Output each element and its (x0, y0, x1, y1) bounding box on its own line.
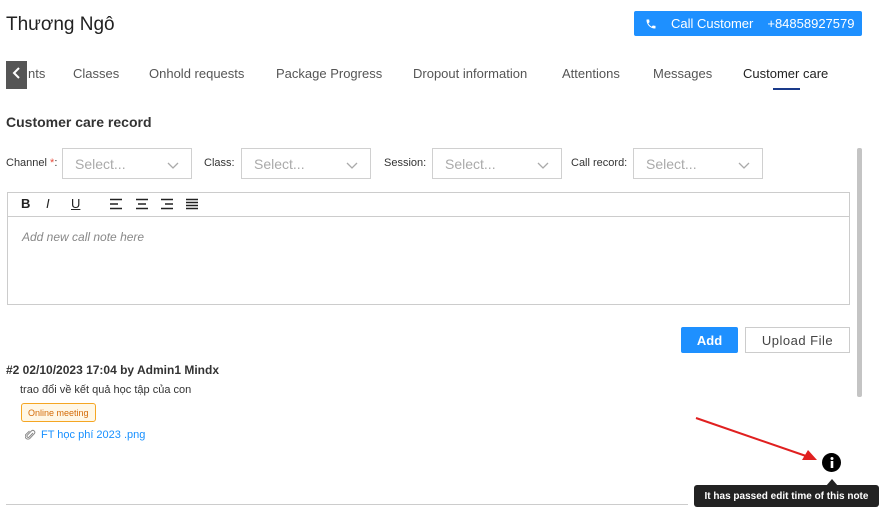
align-center-icon[interactable] (135, 198, 149, 213)
channel-label: Channel *: (6, 157, 58, 169)
bold-button[interactable]: B (21, 196, 30, 211)
session-label: Session: (384, 157, 427, 169)
scrollbar[interactable] (857, 148, 862, 397)
upload-file-button[interactable]: Upload File (745, 327, 850, 353)
channel-select[interactable]: Select... (62, 148, 192, 179)
customer-name: Thương Ngô (6, 14, 115, 35)
call-customer-button[interactable]: Call Customer +84858927579 (634, 11, 862, 36)
chevron-down-icon (537, 158, 549, 170)
tab-messages[interactable]: Messages (653, 66, 712, 81)
call-record-select[interactable]: Select... (633, 148, 763, 179)
chevron-down-icon (167, 158, 179, 170)
align-right-icon[interactable] (160, 198, 174, 213)
tab-scroll-left-button[interactable] (6, 61, 27, 89)
tab-dropout-information[interactable]: Dropout information (413, 66, 527, 81)
chevron-left-icon (12, 66, 21, 84)
align-left-icon[interactable] (109, 198, 123, 213)
annotation-arrow (695, 417, 817, 460)
paperclip-icon (24, 429, 36, 441)
chevron-down-icon (346, 158, 358, 170)
tab-classes[interactable]: Classes (73, 66, 119, 81)
underline-button[interactable]: U (71, 196, 80, 211)
add-button[interactable]: Add (681, 327, 738, 353)
tab-students[interactable]: nts (28, 66, 45, 81)
editor-placeholder: Add new call note here (22, 230, 145, 244)
attachment-filename: FT học phí 2023 .png (41, 429, 146, 441)
italic-button[interactable]: I (46, 196, 50, 211)
session-select[interactable]: Select... (432, 148, 562, 179)
note-divider (6, 504, 688, 505)
align-justify-icon[interactable] (185, 198, 199, 213)
editor-toolbar: B I U (8, 193, 849, 217)
call-customer-label: Call Customer (671, 16, 754, 31)
phone-icon (644, 17, 658, 31)
call-note-editor[interactable]: B I U Add new call note here (7, 192, 850, 305)
customer-phone-number: +84858927579 (767, 16, 855, 31)
class-label: Class: (204, 157, 235, 169)
edit-time-tooltip: It has passed edit time of this note (694, 485, 879, 507)
call-record-label: Call record: (571, 157, 628, 169)
tab-package-progress[interactable]: Package Progress (276, 66, 382, 81)
tab-onhold-requests[interactable]: Onhold requests (149, 66, 244, 81)
tab-customer-care[interactable]: Customer care (743, 66, 828, 81)
active-tab-indicator (773, 88, 800, 90)
chevron-down-icon (738, 158, 750, 170)
class-select[interactable]: Select... (241, 148, 371, 179)
section-title: Customer care record (6, 114, 152, 130)
attachment-link[interactable]: FT học phí 2023 .png (24, 429, 146, 441)
note-content: trao đổi về kết quả học tập của con (20, 384, 192, 396)
tab-attentions[interactable]: Attentions (562, 66, 620, 81)
note-header: #2 02/10/2023 17:04 by Admin1 Mindx (6, 363, 219, 377)
info-icon[interactable] (822, 453, 841, 472)
channel-tag: Online meeting (21, 403, 96, 422)
